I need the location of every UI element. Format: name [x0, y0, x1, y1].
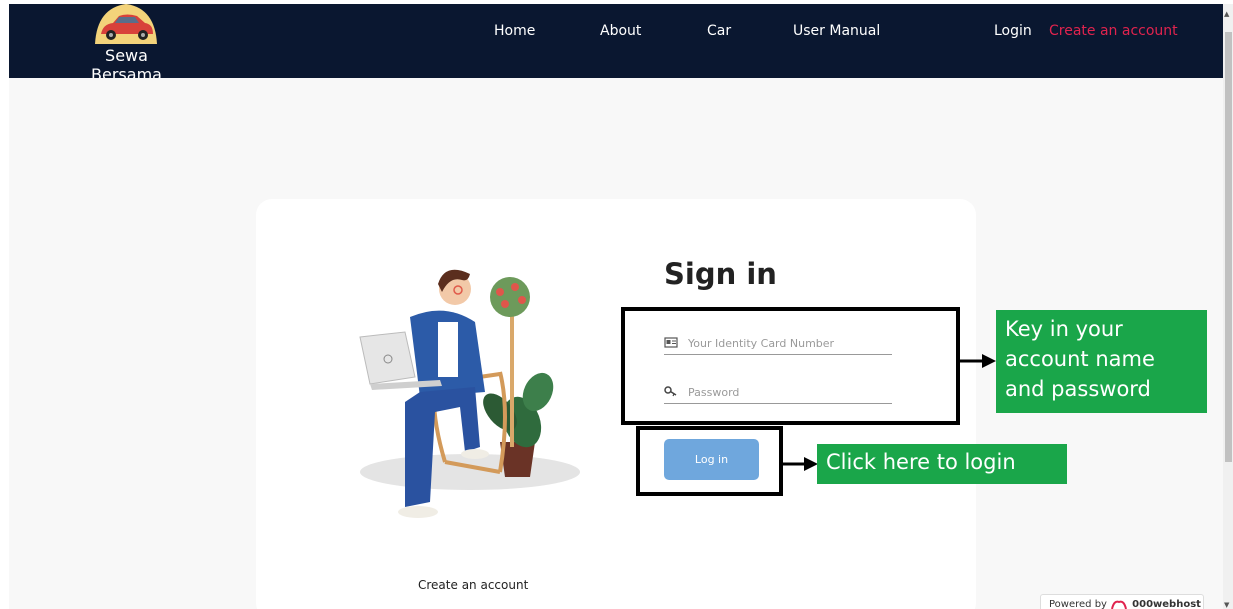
nav-login-link[interactable]: Login: [994, 23, 1032, 39]
credentials-highlight-box: [621, 307, 960, 425]
nav-car-link[interactable]: Car: [707, 23, 731, 39]
scroll-thumb[interactable]: [1225, 32, 1232, 462]
scroll-up-icon[interactable]: ▲: [1224, 10, 1229, 18]
nav-user-manual-link[interactable]: User Manual: [793, 23, 880, 39]
host-name: 000webhost: [1132, 599, 1201, 609]
webhost-logo-icon: [1111, 600, 1127, 609]
page-scrollbar[interactable]: ▲ ▼: [1223, 4, 1233, 609]
credentials-note-label: Key in your account name and password: [996, 310, 1207, 413]
powered-by-text: Powered by: [1049, 599, 1107, 609]
powered-by-badge[interactable]: Powered by 000webhost: [1040, 594, 1204, 609]
car-logo-icon: [95, 4, 157, 44]
arrow-right-icon: [960, 354, 996, 368]
nav-home-link[interactable]: Home: [494, 23, 535, 39]
top-navbar: Sewa Bersama Home About Car User Manual …: [9, 4, 1223, 84]
login-highlight-box: [636, 426, 783, 496]
page: Sewa Bersama Home About Car User Manual …: [0, 0, 1233, 609]
nav-about-link[interactable]: About: [600, 23, 641, 39]
signin-title: Sign in: [664, 257, 777, 291]
arrow-right-icon: [783, 457, 818, 471]
login-note-label: Click here to login: [817, 444, 1067, 484]
brand[interactable]: Sewa Bersama: [69, 4, 184, 84]
person-with-laptop-illustration: [359, 269, 580, 518]
create-account-link[interactable]: Create an account: [418, 578, 528, 592]
scroll-down-icon[interactable]: ▼: [1224, 601, 1229, 609]
nav-create-account-link[interactable]: Create an account: [1049, 23, 1178, 39]
